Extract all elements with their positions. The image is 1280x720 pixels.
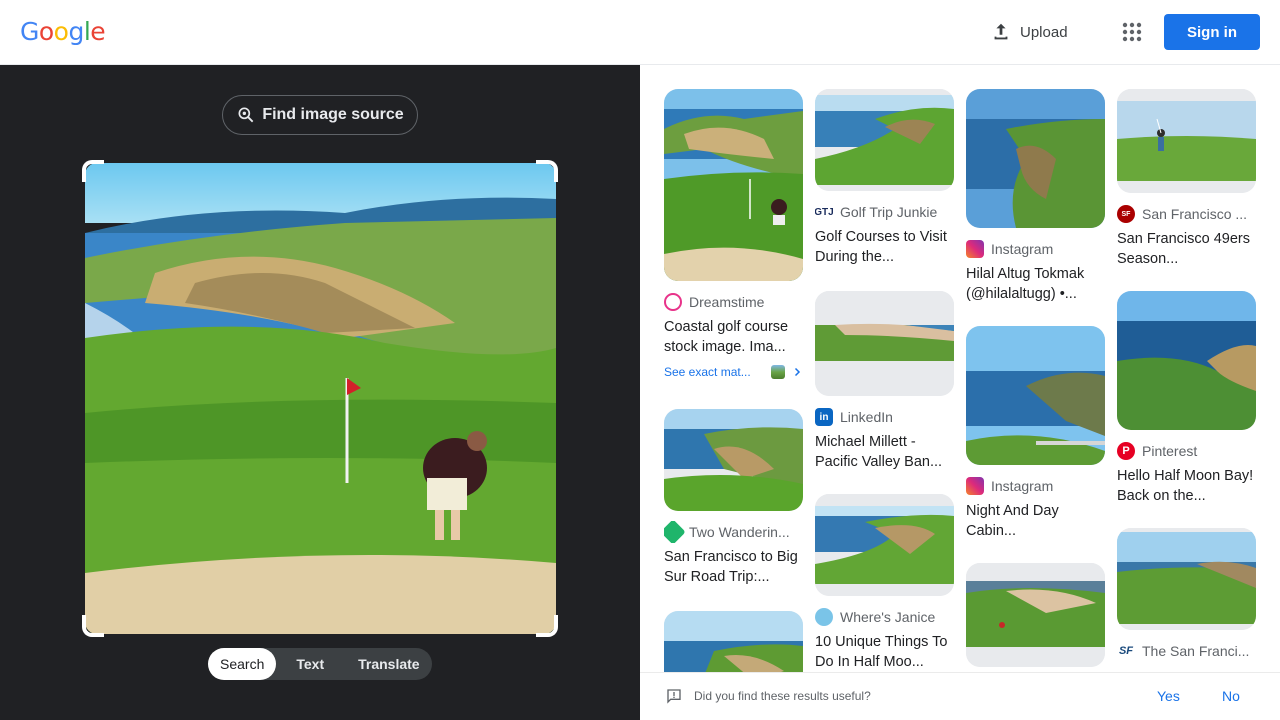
result-card[interactable]: [664, 611, 803, 672]
tab-text[interactable]: Text: [284, 648, 336, 680]
result-thumbnail[interactable]: [966, 89, 1105, 228]
exact-match-thumbnail: [770, 365, 785, 379]
result-source-name: Two Wanderin...: [689, 524, 790, 540]
query-image[interactable]: [85, 163, 556, 634]
see-exact-matches-link[interactable]: See exact mat...: [664, 365, 803, 379]
result-card[interactable]: in LinkedIn Michael Millett - Pacific Va…: [815, 291, 954, 472]
logo-letter: G: [20, 17, 39, 46]
instagram-icon: [966, 240, 984, 258]
upload-button[interactable]: Upload: [990, 18, 1068, 46]
result-title[interactable]: Coastal golf course stock image. Ima...: [664, 317, 803, 357]
crop-handle-bottom-left[interactable]: [82, 615, 104, 637]
result-thumbnail[interactable]: [664, 611, 803, 672]
sign-in-button[interactable]: Sign in: [1164, 14, 1260, 50]
feedback-question: Did you find these results useful?: [694, 689, 871, 703]
two-wandering-soles-icon: [664, 521, 686, 543]
result-source-name: San Francisco ...: [1142, 206, 1248, 222]
result-thumbnail[interactable]: [966, 563, 1105, 667]
find-image-source-button[interactable]: Find image source: [222, 95, 418, 135]
result-source[interactable]: Dreamstime: [664, 291, 803, 313]
query-image-panel: Find image source Search Text Translate: [0, 65, 640, 720]
result-card[interactable]: SF The San Franci...: [1117, 528, 1256, 662]
chevron-right-icon: [794, 367, 800, 377]
exact-match-label: See exact mat...: [664, 365, 751, 379]
apps-grid-icon[interactable]: [1120, 20, 1144, 44]
result-card[interactable]: Instagram Night And Day Cabin...: [966, 326, 1105, 541]
find-image-source-label: Find image source: [262, 106, 404, 123]
result-source-name: Where's Janice: [840, 609, 936, 625]
mode-switcher: Search Text Translate: [208, 648, 432, 680]
feedback-no-button[interactable]: No: [1222, 688, 1240, 704]
feedback-yes-button[interactable]: Yes: [1157, 688, 1180, 704]
logo-letter: o: [38, 17, 54, 46]
result-source-name: Instagram: [991, 241, 1054, 257]
tab-translate[interactable]: Translate: [346, 648, 431, 680]
visual-matches-panel: Dreamstime Coastal golf course stock ima…: [640, 65, 1280, 672]
tab-search[interactable]: Search: [208, 648, 277, 680]
result-title[interactable]: 10 Unique Things To Do In Half Moo...: [815, 632, 954, 672]
result-card[interactable]: Instagram Hilal Altug Tokmak (@hilalaltu…: [966, 89, 1105, 304]
result-thumbnail[interactable]: [1117, 89, 1256, 193]
result-card[interactable]: P Pinterest Hello Half Moon Bay! Back on…: [1117, 291, 1256, 506]
crop-handle-top-right[interactable]: [536, 160, 558, 182]
result-card[interactable]: [966, 563, 1105, 667]
niners-icon: SF: [1117, 205, 1135, 223]
upload-label: Upload: [1020, 23, 1068, 41]
linkedin-icon: in: [815, 408, 833, 426]
result-title[interactable]: San Francisco 49ers Season...: [1117, 229, 1256, 269]
result-card[interactable]: SF San Francisco ... San Francisco 49ers…: [1117, 89, 1256, 269]
result-source[interactable]: SF San Francisco ...: [1117, 203, 1256, 225]
google-logo[interactable]: Google: [20, 17, 106, 46]
upload-icon: [994, 23, 1008, 40]
result-source-name: Golf Trip Junkie: [840, 204, 938, 220]
result-source[interactable]: SF The San Franci...: [1117, 640, 1256, 662]
wheres-janice-icon: [815, 608, 833, 626]
result-source[interactable]: Two Wanderin...: [664, 521, 803, 543]
result-thumbnail[interactable]: [1117, 528, 1256, 630]
result-source[interactable]: Instagram: [966, 475, 1105, 497]
result-source-name: The San Franci...: [1142, 643, 1250, 659]
result-thumbnail[interactable]: [664, 89, 803, 281]
result-source[interactable]: in LinkedIn: [815, 406, 954, 428]
lens-search-icon: [238, 107, 254, 123]
result-source[interactable]: P Pinterest: [1117, 440, 1256, 462]
result-title[interactable]: Night And Day Cabin...: [966, 501, 1105, 541]
result-thumbnail[interactable]: [664, 409, 803, 511]
top-bar: Google Upload Sign in: [0, 0, 1280, 65]
result-source[interactable]: Where's Janice: [815, 606, 954, 628]
result-source-name: Pinterest: [1142, 443, 1198, 459]
result-thumbnail[interactable]: [966, 326, 1105, 465]
result-thumbnail[interactable]: [815, 494, 954, 596]
result-thumbnail[interactable]: [815, 291, 954, 396]
result-title[interactable]: Michael Millett - Pacific Valley Ban...: [815, 432, 954, 472]
result-source[interactable]: Instagram: [966, 238, 1105, 260]
logo-letter: e: [90, 17, 106, 46]
result-source[interactable]: GTJ Golf Trip Junkie: [815, 201, 954, 223]
result-thumbnail[interactable]: [1117, 291, 1256, 430]
result-card[interactable]: GTJ Golf Trip Junkie Golf Courses to Vis…: [815, 89, 954, 267]
result-title[interactable]: Golf Courses to Visit During the...: [815, 227, 954, 267]
feedback-bar: Did you find these results useful? Yes N…: [640, 672, 1280, 720]
pinterest-icon: P: [1117, 442, 1135, 460]
dreamstime-icon: [664, 293, 682, 311]
result-source-name: Instagram: [991, 478, 1054, 494]
result-source-name: Dreamstime: [689, 294, 765, 310]
result-title[interactable]: Hello Half Moon Bay! Back on the...: [1117, 466, 1256, 506]
sf-examiner-icon: SF: [1117, 642, 1135, 660]
result-source-name: LinkedIn: [840, 409, 893, 425]
instagram-icon: [966, 477, 984, 495]
crop-handle-bottom-right[interactable]: [536, 615, 558, 637]
result-thumbnail[interactable]: [815, 89, 954, 191]
result-card[interactable]: Where's Janice 10 Unique Things To Do In…: [815, 494, 954, 672]
result-title[interactable]: Hilal Altug Tokmak (@hilalaltugg) •...: [966, 264, 1105, 304]
feedback-icon: [667, 689, 681, 704]
logo-letter: g: [68, 17, 84, 46]
result-title[interactable]: San Francisco to Big Sur Road Trip:...: [664, 547, 803, 587]
golf-trip-junkie-icon: GTJ: [815, 203, 834, 221]
result-card[interactable]: Two Wanderin... San Francisco to Big Sur…: [664, 409, 803, 587]
result-card[interactable]: Dreamstime Coastal golf course stock ima…: [664, 89, 803, 379]
crop-handle-top-left[interactable]: [82, 160, 104, 182]
logo-letter: o: [53, 17, 69, 46]
